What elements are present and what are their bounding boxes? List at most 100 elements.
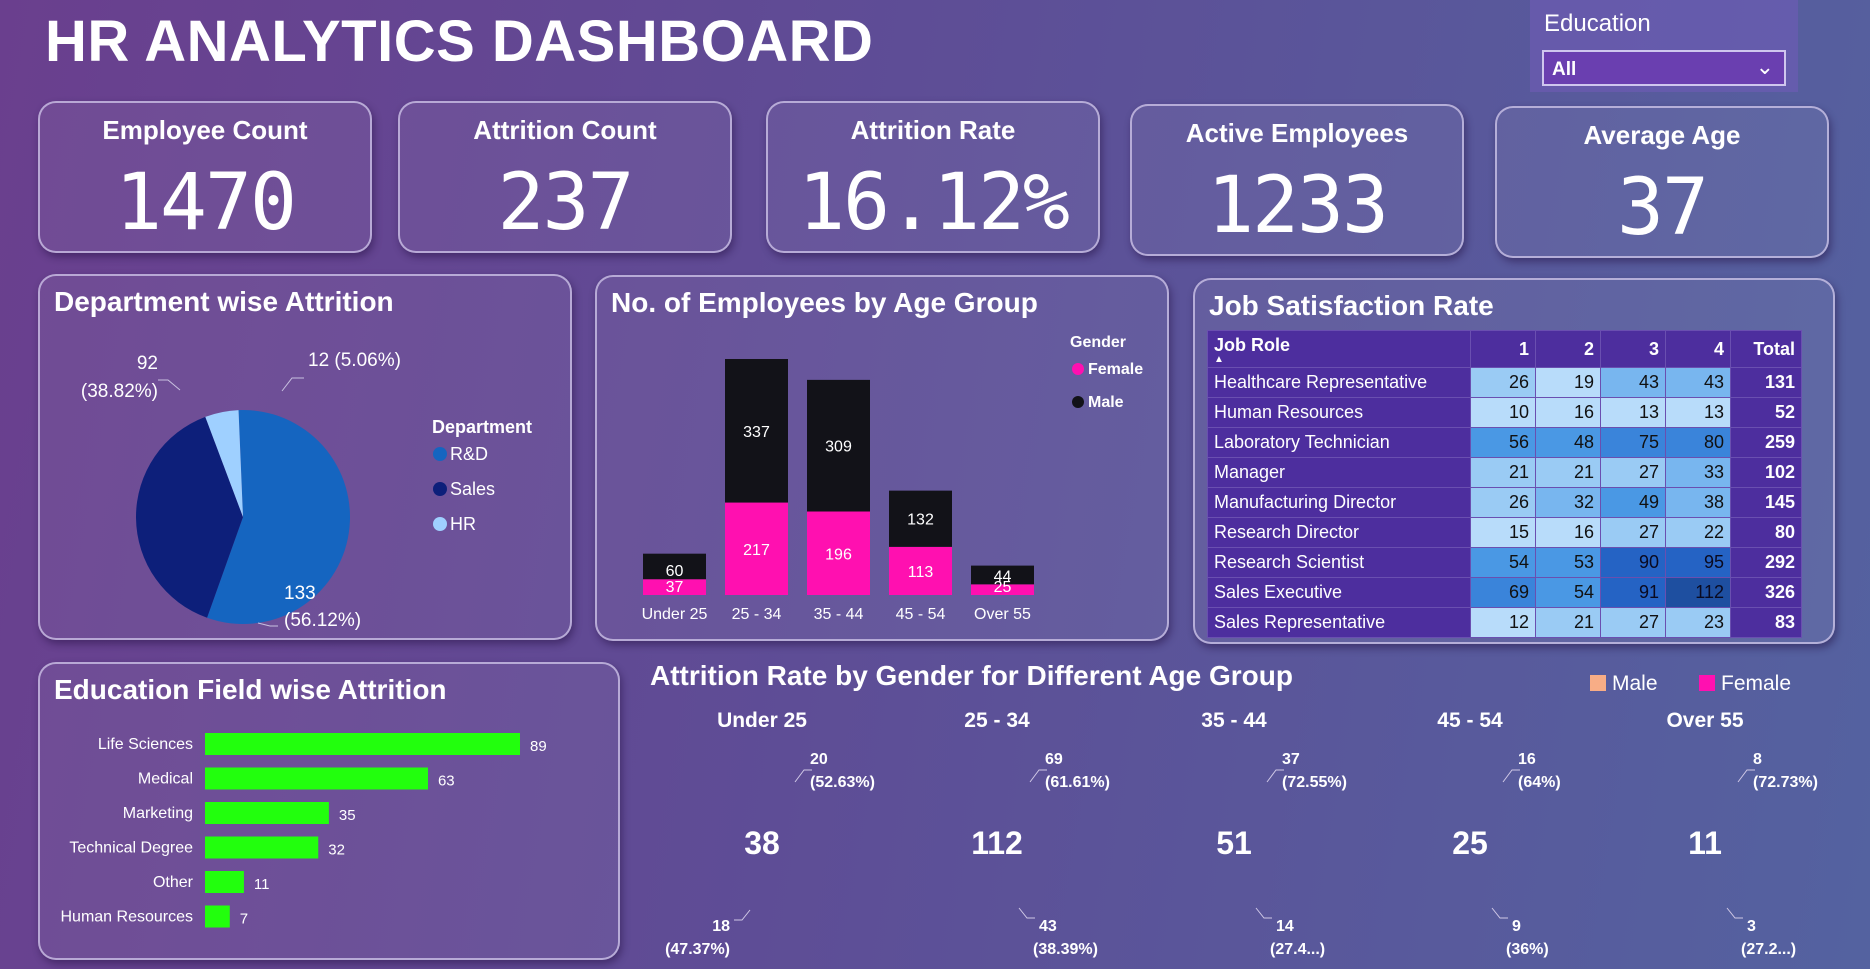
table-cell-value: 16 — [1535, 397, 1601, 428]
table-cell-value: 48 — [1535, 427, 1601, 458]
table-cell-value: 26 — [1470, 487, 1536, 518]
table-row: Research Scientist 54 53 90 95 292 — [1207, 547, 1802, 578]
leader-line — [281, 377, 304, 392]
data-label-female-pct: (47.37%) — [665, 941, 730, 958]
donut-title: 25 - 34 — [964, 709, 1030, 732]
data-label-female: 14 — [1276, 918, 1294, 935]
table-cell-total: 102 — [1730, 457, 1802, 488]
table-cell-value: 80 — [1665, 427, 1731, 458]
bar — [205, 802, 329, 824]
table-cell-value: 38 — [1665, 487, 1731, 518]
data-label-male: 20 — [810, 751, 828, 768]
table-cell-value: 27 — [1600, 457, 1666, 488]
table-cell-value: 95 — [1665, 547, 1731, 578]
table-cell-value: 33 — [1665, 457, 1731, 488]
education-field-bar-chart: Life Sciences 89 Medical 63 Marketing 35 Techn… — [61, 733, 547, 928]
leader-line — [1726, 907, 1743, 919]
table-cell-role: Research Director — [1207, 517, 1471, 548]
data-label-male-pct: (52.63%) — [810, 774, 875, 791]
column-header[interactable]: 4 — [1665, 330, 1731, 368]
job-satisfaction-table: Job Role ▲ 1 2 3 4 Total Healthcare Representat… — [1207, 330, 1802, 638]
data-label-female-pct: (27.2...) — [1741, 941, 1796, 958]
legend-marker — [1072, 363, 1084, 375]
table-cell-total: 145 — [1730, 487, 1802, 518]
table-cell-value: 13 — [1600, 397, 1666, 428]
legend-item: R&D — [450, 444, 488, 464]
table-row: Sales Representative 12 21 27 23 83 — [1207, 607, 1802, 638]
data-label-female: 217 — [743, 542, 770, 559]
data-label-female-pct: (36%) — [1506, 941, 1549, 958]
table-cell-value: 91 — [1600, 577, 1666, 608]
bar — [205, 767, 428, 790]
bar — [205, 905, 230, 928]
kpi-value: 37 — [1617, 163, 1709, 253]
table-row: Sales Executive 69 54 91 112 326 — [1207, 577, 1802, 608]
table-cell-total: 80 — [1730, 517, 1802, 548]
data-label-male: 37 — [1282, 751, 1300, 768]
bar — [205, 836, 319, 859]
table-cell-value: 19 — [1535, 367, 1601, 398]
table-cell-value: 21 — [1535, 607, 1601, 638]
data-label-male-pct: (72.55%) — [1282, 774, 1347, 791]
column-header[interactable]: 3 — [1600, 330, 1666, 368]
data-label-female: 43 — [1039, 918, 1057, 935]
table-cell-value: 69 — [1470, 577, 1536, 608]
x-tick-label: Under 25 — [642, 606, 708, 623]
column-header[interactable]: Total — [1730, 330, 1802, 368]
data-label-female: 18 — [712, 918, 730, 935]
kpi-average-age: Average Age 37 — [1495, 106, 1829, 258]
table-cell-value: 54 — [1535, 577, 1601, 608]
data-label-male: 44 — [994, 568, 1012, 585]
kpi-value: 237 — [497, 158, 635, 248]
bar — [205, 871, 244, 893]
table-cell-value: 43 — [1600, 367, 1666, 398]
table-cell-value: 27 — [1600, 607, 1666, 638]
leader-line — [1255, 907, 1272, 919]
data-label: 89 — [530, 738, 547, 755]
table-cell-value: 22 — [1665, 517, 1731, 548]
leader-line — [257, 622, 278, 627]
data-label-sales: 92 — [137, 353, 158, 374]
leader-line — [1018, 907, 1035, 919]
education-dropdown[interactable]: All ⌄ — [1542, 50, 1786, 86]
x-tick-label: 25 - 34 — [732, 606, 782, 623]
data-label: 63 — [438, 773, 455, 790]
legend-marker — [1590, 675, 1606, 691]
data-label-male-pct: (72.73%) — [1753, 774, 1818, 791]
legend-marker — [433, 482, 447, 496]
table-cell-value: 27 — [1600, 517, 1666, 548]
x-tick-label: 45 - 54 — [896, 606, 946, 623]
table-cell-total: 131 — [1730, 367, 1802, 398]
table-cell-role: Human Resources — [1207, 397, 1471, 428]
donut-center-total: 25 — [1452, 825, 1488, 861]
leader-line — [1491, 907, 1508, 919]
table-cell-value: 13 — [1665, 397, 1731, 428]
data-label-female: 37 — [666, 579, 684, 596]
y-tick-label: Life Sciences — [98, 736, 193, 753]
table-cell-value: 53 — [1535, 547, 1601, 578]
table-cell-value: 90 — [1600, 547, 1666, 578]
legend-item: Male — [1088, 394, 1124, 411]
donut-title: Over 55 — [1666, 709, 1743, 732]
data-label-male-pct: (61.61%) — [1045, 774, 1110, 791]
column-header[interactable]: 2 — [1535, 330, 1601, 368]
table-cell-value: 21 — [1535, 457, 1601, 488]
column-header[interactable]: 1 — [1470, 330, 1536, 368]
table-cell-value: 15 — [1470, 517, 1536, 548]
data-label: 32 — [328, 842, 345, 859]
legend-title: Gender — [1070, 334, 1126, 351]
page-title: HR ANALYTICS DASHBOARD — [45, 9, 874, 74]
slicer-value: All — [1552, 59, 1577, 80]
data-label-male: 337 — [743, 424, 770, 441]
sort-ascending-icon[interactable]: ▲ — [1214, 354, 1464, 364]
table-cell-value: 75 — [1600, 427, 1666, 458]
table-cell-value: 10 — [1470, 397, 1536, 428]
donut-center-total: 11 — [1688, 825, 1722, 861]
table-cell-total: 326 — [1730, 577, 1802, 608]
table-cell-value: 32 — [1535, 487, 1601, 518]
legend-marker — [1699, 675, 1715, 691]
column-header[interactable]: Job Role ▲ — [1207, 330, 1471, 368]
data-label-male: 8 — [1753, 751, 1762, 768]
legend-item: Female — [1088, 361, 1143, 378]
table-cell-value: 12 — [1470, 607, 1536, 638]
